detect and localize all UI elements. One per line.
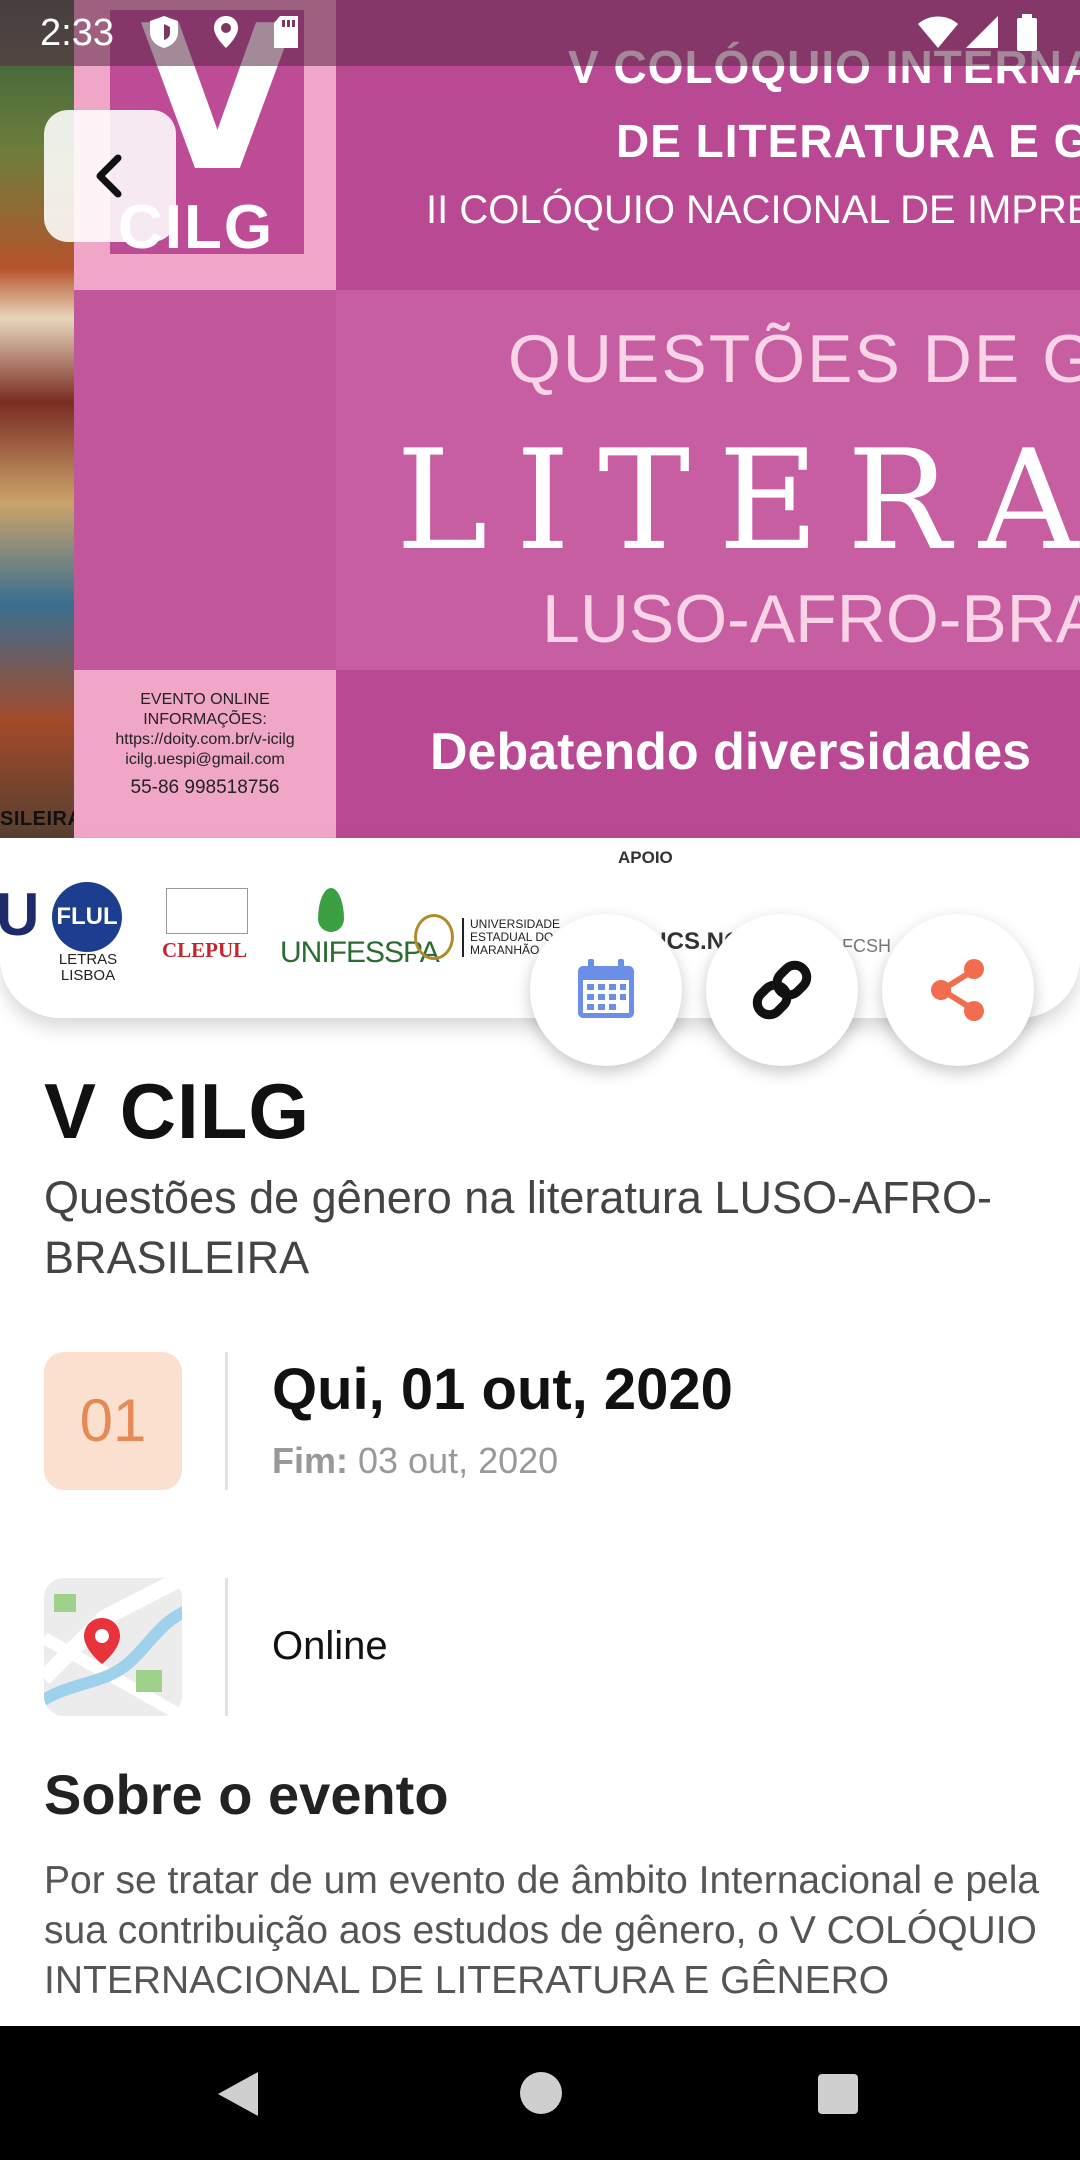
info-line: icilg.uespi@gmail.com (125, 751, 285, 768)
divider (225, 1578, 228, 1716)
banner-info: EVENTO ONLINE INFORMAÇÕES: https://doity… (82, 690, 328, 798)
apoio-label: APOIO (618, 848, 673, 867)
event-subtitle: Questões de gênero na literatura LUSO-AF… (44, 1172, 992, 1283)
event-title: V CILG (44, 1067, 311, 1155)
info-line: https://doity.com.br/v-icilg (115, 731, 295, 748)
info-phone: 55-86 998518756 (130, 777, 280, 798)
map-thumbnail[interactable] (44, 1578, 182, 1716)
uema-seal-icon (414, 914, 454, 960)
copy-link-button[interactable] (706, 914, 858, 1066)
clepul-emblem (166, 888, 248, 934)
nav-recents-button[interactable] (818, 2074, 858, 2114)
status-bar: 2:33 (0, 0, 1080, 66)
back-button[interactable] (44, 110, 176, 242)
location-icon (212, 14, 240, 57)
info-line: INFORMAÇÕES: (143, 711, 267, 728)
flul-logo: FLUL (52, 882, 122, 952)
chevron-left-icon (96, 154, 122, 198)
shield-icon (148, 14, 180, 57)
banner-heading-4: QUESTÕES DE GÊNERO NA (508, 321, 1080, 397)
about-section-title: Sobre o evento (44, 1763, 449, 1826)
event-location: Online (272, 1624, 388, 1668)
link-icon (752, 960, 812, 1020)
map-pin-icon (44, 1578, 182, 1716)
calendar-icon (578, 959, 634, 1018)
unifesspa-leaf-icon (318, 888, 344, 932)
nav-back-button[interactable] (218, 2072, 258, 2116)
system-nav-bar (0, 2026, 1080, 2160)
signal-icon (964, 14, 1000, 57)
wifi-icon (916, 14, 960, 57)
banner-heading-2: DE LITERATURA E GÊNERO (616, 115, 1080, 167)
banner-heading-3: II COLÓQUIO NACIONAL DE IMPRENSA (426, 188, 1080, 232)
banner-tagline: Debatendo diversidades (430, 723, 1032, 781)
banner-heading-5: LITERATURA (396, 420, 1080, 581)
nav-home-button[interactable] (520, 2072, 562, 2114)
battery-icon (1016, 14, 1038, 59)
add-to-calendar-button[interactable] (530, 914, 682, 1066)
banner-heading-6: LUSO-AFRO-BRASILEIRA (542, 581, 1080, 657)
clepul-logo: CLEPUL (162, 938, 248, 962)
info-line: EVENTO ONLINE (140, 691, 270, 708)
about-description: Por se tratar de um evento de âmbito Int… (44, 1859, 1040, 2002)
flul-subtitle: LETRAS LISBOA (58, 951, 118, 984)
event-date: Qui, 01 out, 2020 (272, 1357, 733, 1422)
sponsor-logo-partial: U (0, 881, 40, 948)
divider (225, 1352, 228, 1490)
end-label: Fim: (272, 1440, 348, 1481)
painting-caption: SILEIRA (0, 808, 83, 830)
date-badge: 01 (44, 1352, 182, 1490)
end-date-value: 03 out, 2020 (358, 1440, 559, 1481)
share-icon (931, 959, 984, 1021)
sd-card-icon (272, 14, 300, 57)
status-time: 2:33 (40, 12, 114, 54)
share-button[interactable] (882, 914, 1034, 1066)
event-end-date: Fim: 03 out, 2020 (272, 1440, 558, 1482)
